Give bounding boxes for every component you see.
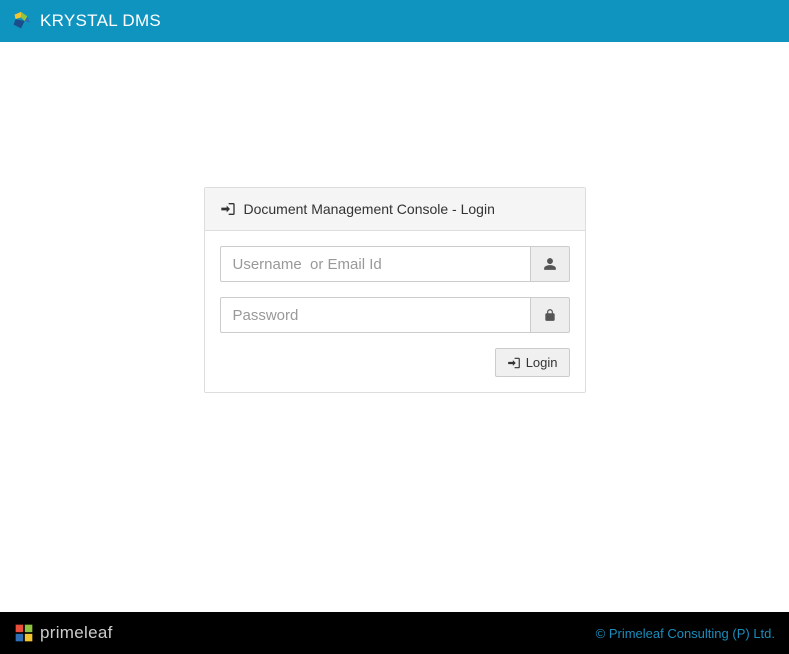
login-button-label: Login [526,355,558,370]
brand-logo-icon [10,10,32,32]
username-input[interactable] [220,246,530,282]
login-title-icon [220,201,236,217]
password-group [220,297,570,333]
footer-left: primeleaf [14,623,113,643]
lock-icon [530,297,570,333]
user-icon [530,246,570,282]
login-button[interactable]: Login [495,348,570,377]
login-panel-title: Document Management Console - Login [244,201,495,217]
password-input[interactable] [220,297,530,333]
footer: primeleaf © Primeleaf Consulting (P) Ltd… [0,612,789,654]
login-panel-heading: Document Management Console - Login [205,188,585,231]
login-panel: Document Management Console - Login [204,187,586,393]
username-group [220,246,570,282]
top-bar: KRYSTAL DMS [0,0,789,42]
footer-copyright-link[interactable]: © Primeleaf Consulting (P) Ltd. [596,626,775,641]
brand-title: KRYSTAL DMS [40,11,161,31]
footer-brand-text: primeleaf [40,623,113,643]
footer-logo-icon [14,623,34,643]
login-button-icon [507,356,521,370]
login-panel-body: Login [205,231,585,392]
main-content: Document Management Console - Login [0,42,789,612]
login-button-row: Login [220,348,570,377]
